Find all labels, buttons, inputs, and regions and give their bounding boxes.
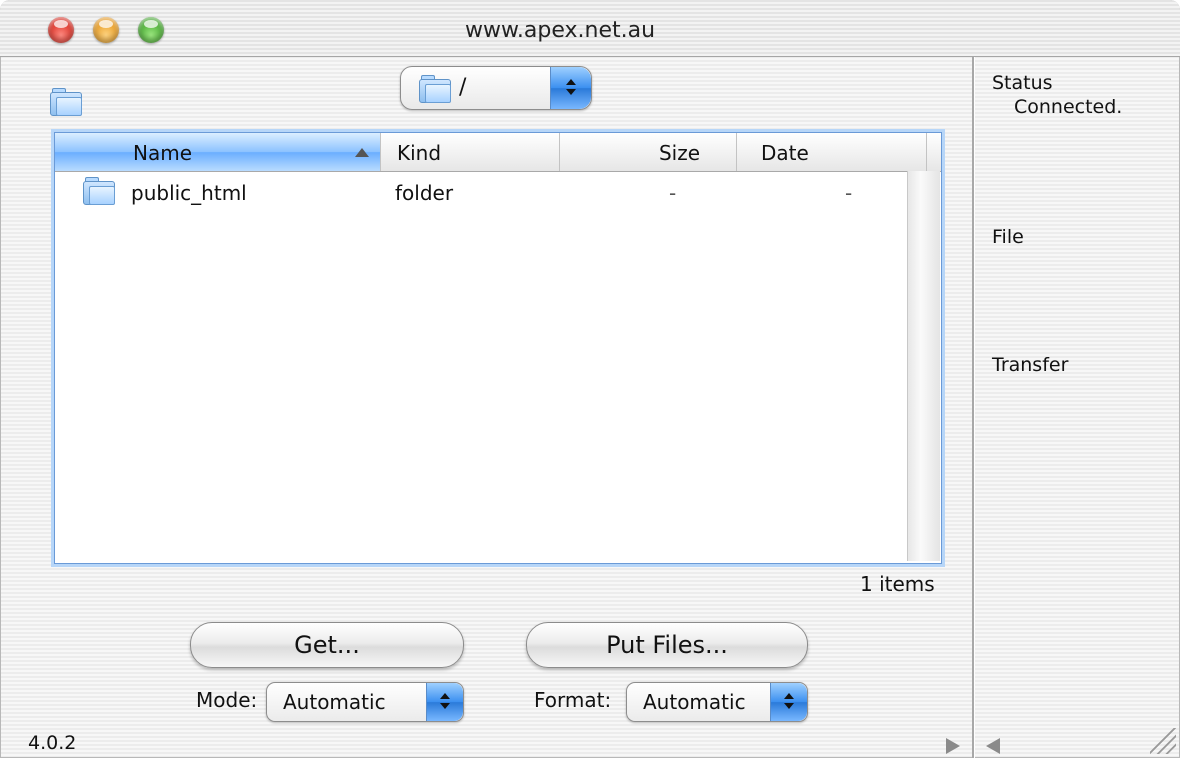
transfer-label: Transfer [992,354,1069,376]
list-item[interactable]: public_html folder - - [55,173,907,215]
format-select[interactable]: Automatic [626,682,808,722]
column-header-kind[interactable]: Kind [381,133,560,171]
resize-grip-icon[interactable] [1150,728,1176,754]
version-label: 4.0.2 [28,732,77,754]
format-select-value: Automatic [643,690,746,714]
column-header-date[interactable]: Date [737,133,927,171]
status-label: Status [992,72,1053,94]
column-header-size[interactable]: Size [560,133,737,171]
file-label: File [992,226,1024,248]
panel-divider[interactable] [972,57,975,758]
window-title: www.apex.net.au [464,18,656,43]
path-popup[interactable]: / [400,66,592,110]
item-size: - [669,181,677,205]
column-header-name[interactable]: Name [55,133,381,171]
ftp-window: www.apex.net.au / Name Kind Size Date pu… [0,0,1180,758]
file-list[interactable]: Name Kind Size Date public_html folder -… [54,132,942,564]
mode-label: Mode: [196,688,258,712]
sort-ascending-icon [355,148,369,157]
vertical-scrollbar[interactable] [907,171,940,561]
status-value: Connected. [1014,96,1123,118]
item-date: - [845,181,853,205]
folder-icon [50,88,82,116]
column-header-name-label: Name [133,141,193,165]
get-button[interactable]: Get... [190,622,464,668]
mode-select-value: Automatic [283,690,386,714]
put-files-button[interactable]: Put Files... [526,622,808,668]
format-label: Format: [534,688,612,712]
mode-select[interactable]: Automatic [266,682,464,722]
item-kind: folder [395,181,454,205]
column-header-corner [927,133,941,171]
updown-arrows-icon [770,683,807,721]
items-count: 1 items [860,572,935,596]
folder-icon [419,75,451,103]
title-bar[interactable]: www.apex.net.au [0,0,1180,57]
item-name: public_html [131,181,247,205]
path-popup-value: / [459,75,467,100]
expand-right-icon[interactable] [946,738,960,754]
folder-icon [83,177,115,205]
updown-arrows-icon[interactable] [550,67,591,109]
updown-arrows-icon [426,683,463,721]
collapse-left-icon[interactable] [986,738,1000,754]
file-list-header: Name Kind Size Date [55,133,941,172]
